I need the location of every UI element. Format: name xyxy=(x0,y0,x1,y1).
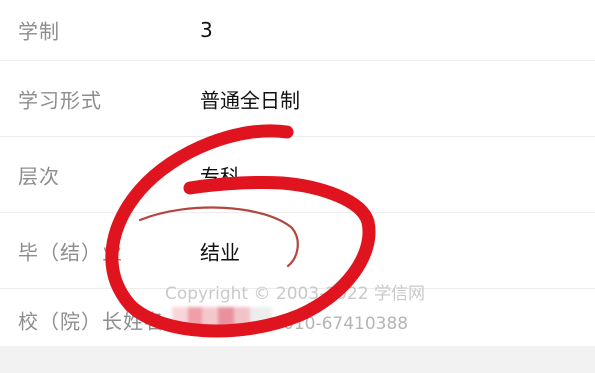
row-value: 专科 xyxy=(200,164,240,188)
row-value: 3 xyxy=(200,18,213,42)
footer-phone: 010-67410388 xyxy=(283,314,409,334)
row-value: 普通全日制 xyxy=(200,88,300,112)
info-row-duration: 学制 3 xyxy=(0,0,595,61)
row-label: 学制 xyxy=(18,19,60,44)
info-row-study-form: 学习形式 普通全日制 xyxy=(0,61,595,137)
info-row-graduation: 毕（结）业 结业 xyxy=(0,213,595,289)
pixelated-redaction xyxy=(172,307,272,333)
row-value: 结业 xyxy=(200,240,240,264)
row-label: 校（院）长姓名 xyxy=(18,309,165,334)
bottom-bar xyxy=(0,346,595,373)
row-label: 学习形式 xyxy=(18,88,102,112)
footer-copyright: Copyright © 2003-2022 学信网 xyxy=(165,284,425,304)
row-label: 层次 xyxy=(18,164,60,188)
info-row-level: 层次 专科 xyxy=(0,137,595,213)
row-label: 毕（结）业 xyxy=(18,240,123,264)
